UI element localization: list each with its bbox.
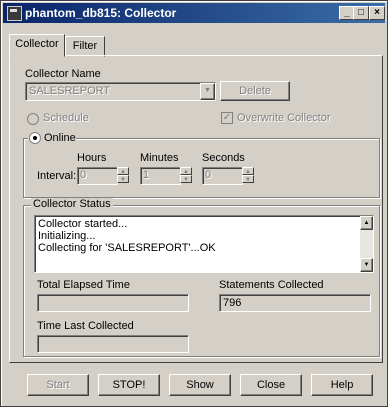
seconds-label: Seconds [202, 152, 245, 164]
chevron-down-icon[interactable]: ▼ [200, 83, 215, 100]
collector-name-value: SALESREPORT [29, 85, 111, 97]
start-button[interactable]: Start [27, 374, 89, 396]
minutes-input[interactable]: 1 [140, 167, 181, 185]
total-elapsed-field [37, 294, 189, 312]
show-button[interactable]: Show [169, 374, 231, 396]
online-radio[interactable] [29, 132, 41, 144]
help-button[interactable]: Help [311, 374, 373, 396]
time-last-field [37, 335, 189, 353]
minutes-label: Minutes [140, 152, 179, 164]
stop-button[interactable]: STOP! [98, 374, 160, 396]
seconds-value: 0 [205, 169, 212, 181]
online-label: Online [44, 132, 76, 144]
minutes-spinner[interactable]: ▲ ▼ [180, 167, 192, 184]
close-window-button[interactable]: × [369, 6, 385, 20]
total-elapsed-label: Total Elapsed Time [37, 279, 130, 291]
schedule-radio[interactable] [27, 113, 39, 125]
close-button[interactable]: Close [240, 374, 302, 396]
status-line-1: Collector started... [38, 218, 128, 230]
overwrite-label: Overwrite Collector [237, 112, 331, 124]
title-bar[interactable]: phantom_db815: Collector _ □ × [3, 3, 385, 23]
schedule-label: Schedule [43, 112, 89, 124]
tab-filter[interactable]: Filter [65, 36, 105, 57]
maximize-button[interactable]: □ [353, 6, 369, 20]
status-log[interactable]: Collector started... Initializing... Col… [34, 215, 374, 273]
status-scrollbar[interactable]: ▲ ▼ [360, 216, 373, 272]
statements-value: 796 [223, 297, 242, 309]
scroll-down-icon[interactable]: ▼ [360, 258, 373, 272]
app-icon [7, 6, 22, 21]
status-line-3: Collecting for 'SALESREPORT'...OK [38, 242, 216, 254]
hours-spinner[interactable]: ▲ ▼ [117, 167, 129, 184]
scroll-up-icon[interactable]: ▲ [360, 216, 373, 230]
collector-name-label: Collector Name [25, 68, 101, 80]
time-last-label: Time Last Collected [37, 320, 134, 332]
overwrite-checkbox[interactable]: ✓ [221, 112, 233, 124]
collector-status-label: Collector Status [31, 198, 113, 210]
status-line-2: Initializing... [38, 230, 96, 242]
minutes-value: 1 [143, 169, 150, 181]
tab-collector[interactable]: Collector [9, 34, 65, 57]
hours-label: Hours [77, 152, 107, 164]
statements-field: 796 [219, 294, 371, 312]
hours-value: 0 [80, 169, 87, 181]
window-title: phantom_db815: Collector [25, 6, 177, 20]
seconds-spinner[interactable]: ▲ ▼ [242, 167, 254, 184]
hours-input[interactable]: 0 [77, 167, 118, 185]
collector-name-combo[interactable]: SALESREPORT ▼ [25, 82, 216, 101]
interval-label: Interval: [37, 170, 77, 182]
delete-button[interactable]: Delete [220, 81, 290, 101]
collector-window: phantom_db815: Collector _ □ × Collector… [0, 0, 388, 407]
statements-label: Statements Collected [219, 279, 324, 291]
seconds-input[interactable]: 0 [202, 167, 243, 185]
